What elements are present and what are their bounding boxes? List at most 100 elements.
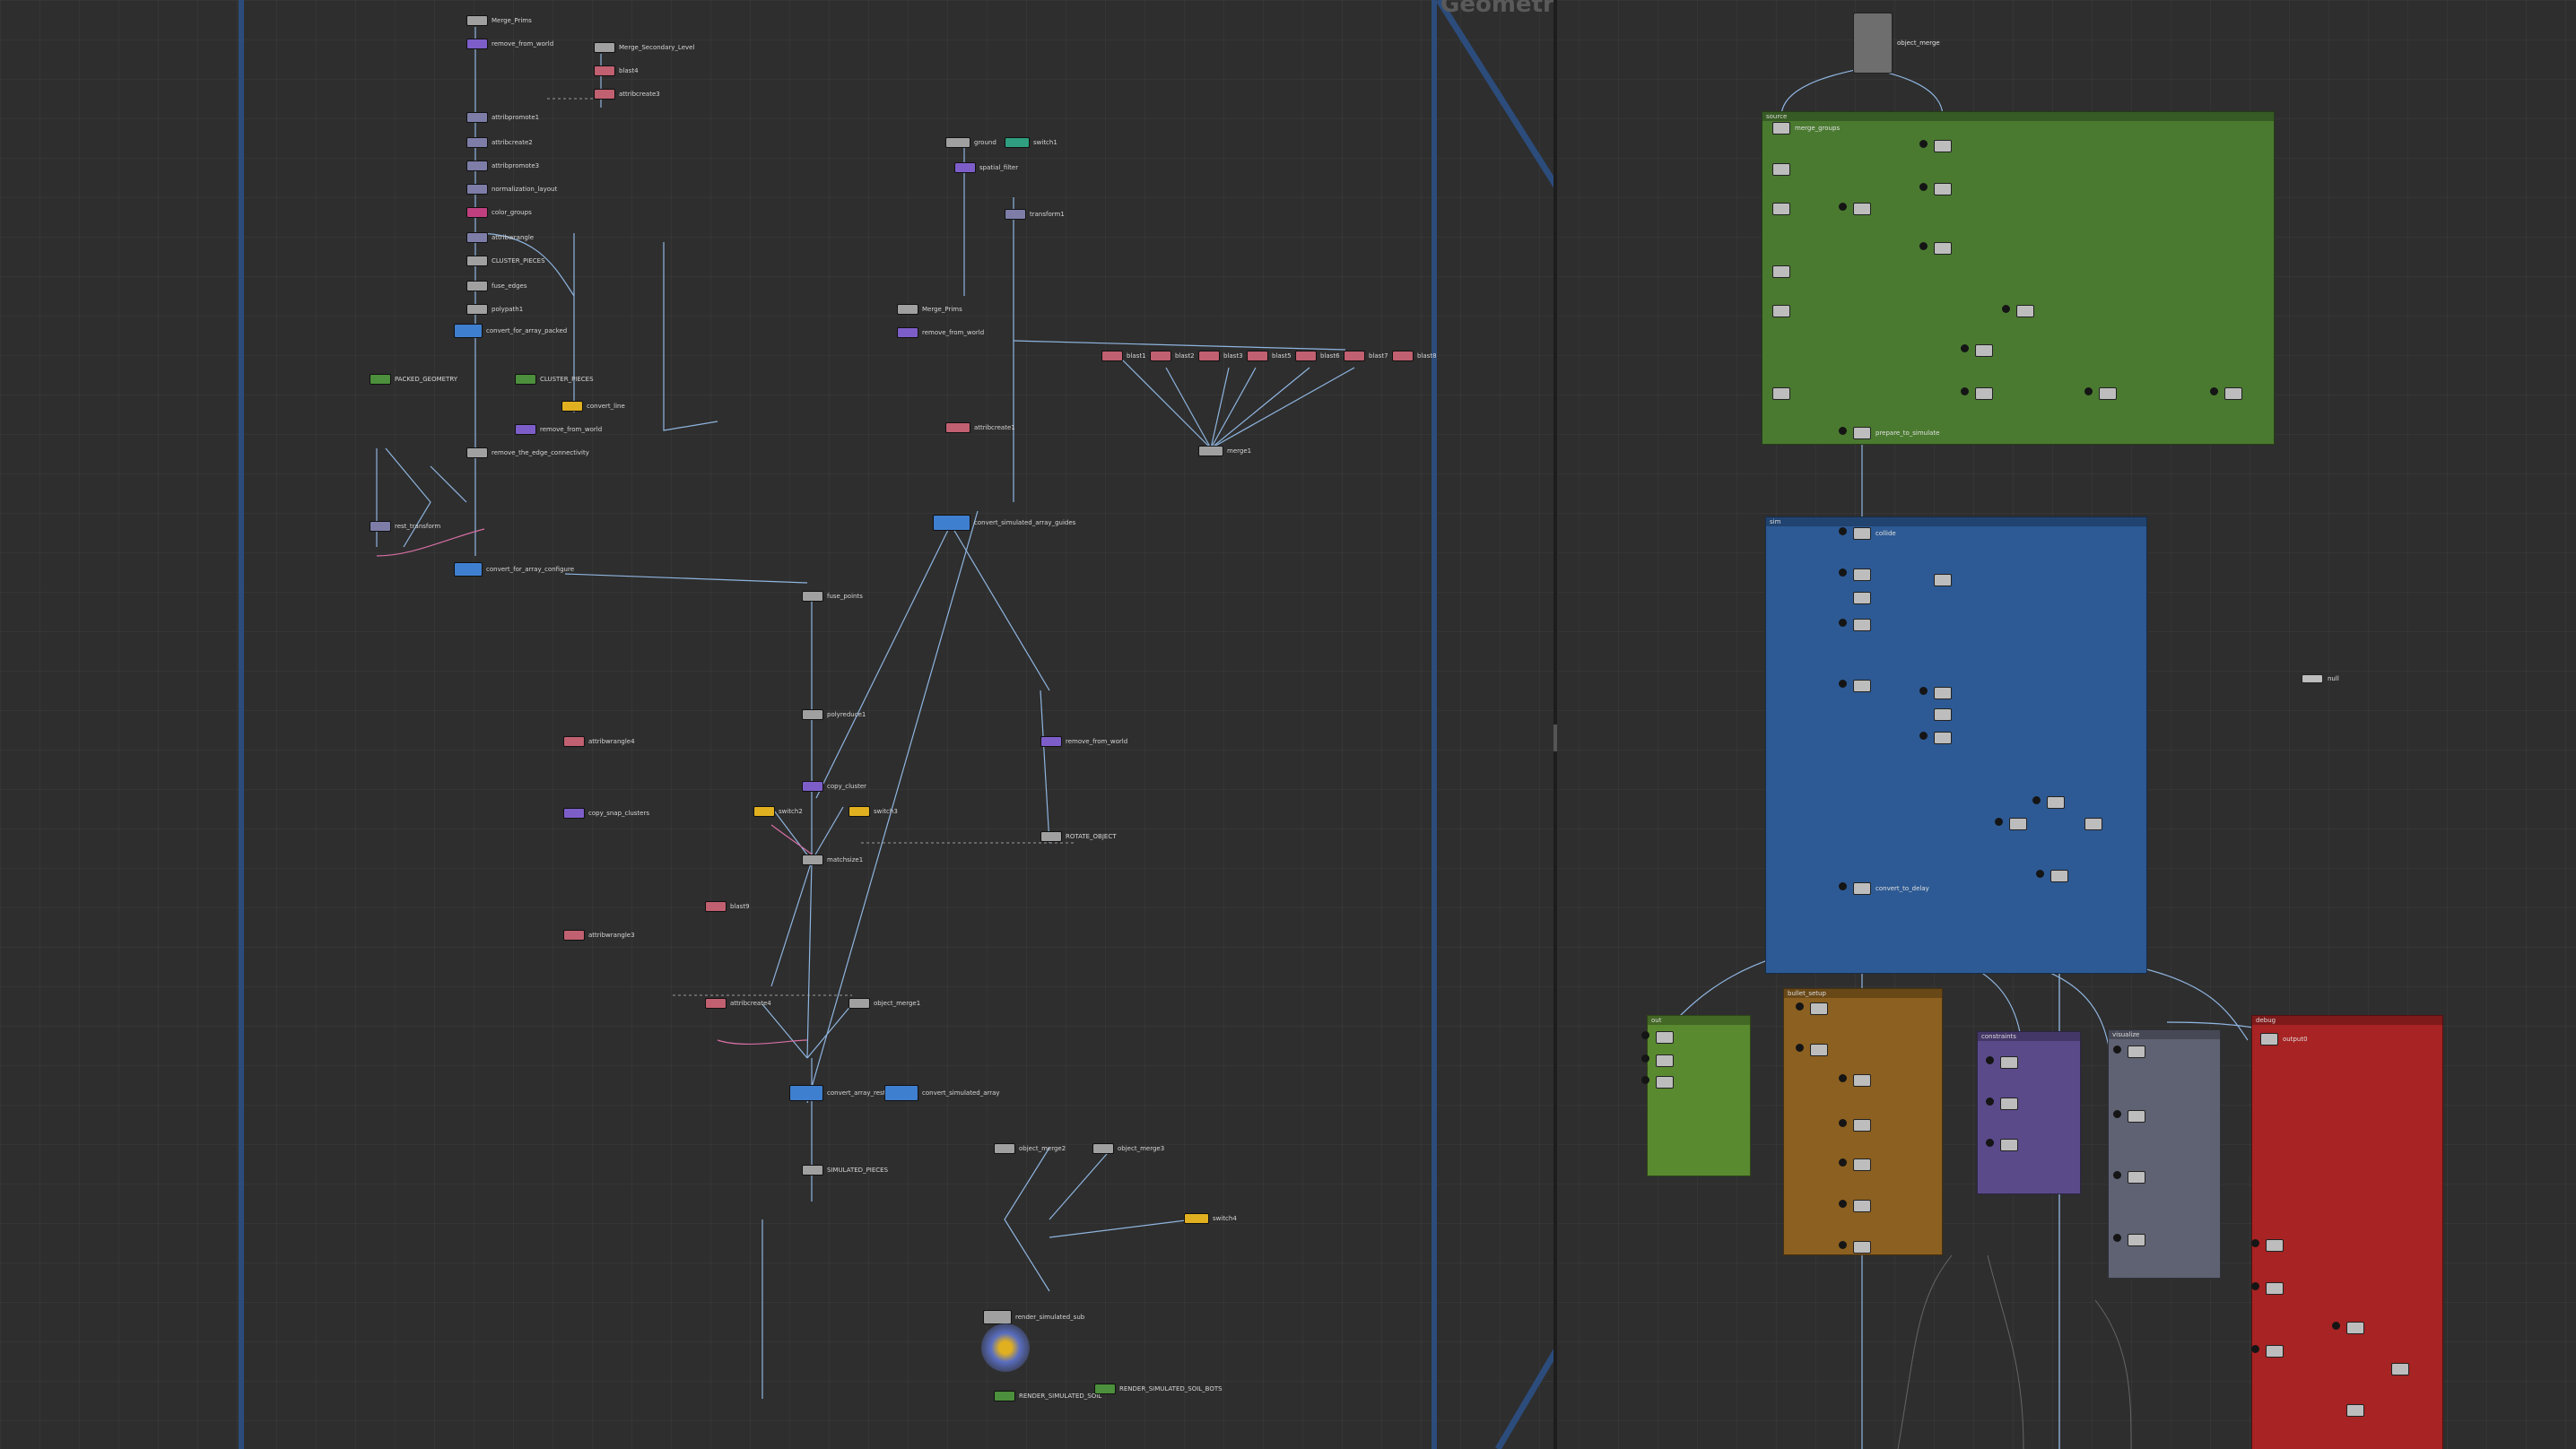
node-render-simulated-soil[interactable]: RENDER_SIMULATED_SOIL	[994, 1390, 1101, 1402]
network-pane-right[interactable]: object_merge source sim out bullet_setup…	[1557, 0, 2576, 1449]
node-sim-item[interactable]	[1853, 568, 1871, 581]
node-constraint-item[interactable]	[2000, 1139, 2018, 1151]
node-attribcreate2[interactable]: attribcreate2	[466, 136, 533, 149]
node-remove-from-world-mid[interactable]: remove_from_world	[897, 326, 984, 339]
node-attribcreate3[interactable]: attribcreate3	[594, 88, 660, 100]
node-spatial-filter[interactable]: spatial_filter	[954, 161, 1018, 174]
node-blast1[interactable]: blast1	[1101, 350, 1146, 362]
node-source-item[interactable]	[1772, 203, 1790, 215]
node-source-item[interactable]	[1975, 344, 1993, 357]
netbox-debug[interactable]: debug	[2251, 1015, 2443, 1449]
node-blast9[interactable]: blast9	[705, 900, 750, 913]
node-debug-item[interactable]	[2266, 1239, 2284, 1252]
node-convert-for-array-packed[interactable]: convert_for_array_packed	[454, 324, 567, 338]
node-visualize-item[interactable]	[2128, 1171, 2145, 1184]
node-convert-simulated-array-guides[interactable]: convert_simulated_array_guides	[933, 515, 1075, 531]
node-render-simulated-soil-bots[interactable]: RENDER_SIMULATED_SOIL_BOTS	[1094, 1383, 1223, 1395]
node-convert-simulated-array[interactable]: convert_simulated_array	[884, 1085, 1000, 1101]
node-sim-item[interactable]	[2009, 818, 2027, 830]
node-bullet-item[interactable]	[1853, 1119, 1871, 1132]
node-out-item[interactable]	[1656, 1076, 1674, 1089]
node-matchsize1[interactable]: matchsize1	[802, 854, 863, 866]
netbox-visualize[interactable]: visualize	[2108, 1029, 2221, 1279]
node-remove-from-world-2[interactable]: remove_from_world	[515, 423, 602, 436]
node-debug-item[interactable]	[2266, 1282, 2284, 1295]
node-convert-array-rest[interactable]: convert_array_rest	[789, 1085, 885, 1101]
node-render-simulated-sub[interactable]: render_simulated_sub	[983, 1310, 1084, 1324]
node-source-item[interactable]	[1934, 183, 1952, 195]
node-attribcreate4[interactable]: attribcreate4	[705, 997, 771, 1010]
node-merge1[interactable]: merge1	[1198, 445, 1251, 457]
node-source-item[interactable]	[1934, 140, 1952, 152]
node-source-item[interactable]	[1772, 265, 1790, 278]
node-object-merge2[interactable]: object_merge2	[994, 1142, 1066, 1155]
node-constraint-item[interactable]	[2000, 1056, 2018, 1069]
node-merge-secondary-level[interactable]: Merge_Secondary_Level	[594, 41, 694, 54]
node-cluster-pieces-out[interactable]: CLUSTER_PIECES	[515, 373, 594, 386]
node-bullet-item[interactable]	[1853, 1158, 1871, 1171]
node-fuse-edges[interactable]: fuse_edges	[466, 280, 527, 292]
node-remove-from-world-right[interactable]: remove_from_world	[1040, 735, 1127, 748]
node-constraint-item[interactable]	[2000, 1098, 2018, 1110]
node-switch2[interactable]: switch2	[753, 805, 803, 818]
node-attribwrangle[interactable]: attribwrangle	[466, 231, 534, 244]
node-fuse-points[interactable]: fuse_points	[802, 590, 863, 603]
node-sim-item[interactable]	[1934, 687, 1952, 699]
node-collide[interactable]: collide	[1853, 527, 1896, 540]
node-merge-prims[interactable]: Merge_Prims	[466, 14, 532, 27]
node-object-merge3[interactable]: object_merge3	[1092, 1142, 1164, 1155]
netbox-constraints[interactable]: constraints	[1977, 1031, 2081, 1194]
node-sim-item[interactable]	[1934, 708, 1952, 721]
node-object-merge-stack[interactable]: object_merge	[1853, 13, 1940, 74]
node-transform1[interactable]: transform1	[1005, 208, 1065, 221]
node-blast5[interactable]: blast5	[1247, 350, 1292, 362]
node-rest-transform[interactable]: rest_transform	[370, 520, 440, 533]
node-switch3[interactable]: switch3	[849, 805, 898, 818]
node-convert-to-delay[interactable]: convert_to_delay	[1853, 882, 1929, 895]
node-blast8[interactable]: blast8	[1392, 350, 1437, 362]
node-source-item[interactable]	[1934, 242, 1952, 255]
node-bullet-item[interactable]	[1853, 1200, 1871, 1212]
node-sim-item[interactable]	[1853, 592, 1871, 604]
node-blast3[interactable]: blast3	[1198, 350, 1243, 362]
node-normalization-layout[interactable]: normalization_layout	[466, 183, 557, 195]
node-blast4[interactable]: blast4	[594, 65, 639, 77]
node-source-item[interactable]	[2224, 387, 2242, 400]
node-convert-for-array-configure[interactable]: convert_for_array_configure	[454, 562, 574, 577]
node-out-item[interactable]	[1656, 1031, 1674, 1044]
node-ground[interactable]: ground	[945, 136, 996, 149]
selected-node-halo[interactable]	[981, 1323, 1030, 1372]
node-attribwrangle4[interactable]: attribwrangle4	[563, 735, 635, 748]
node-visualize-item[interactable]	[2128, 1110, 2145, 1123]
node-packed-geometry[interactable]: PACKED_GEOMETRY	[370, 373, 457, 386]
node-attribcreate1[interactable]: attribcreate1	[945, 421, 1015, 434]
netbox-sim[interactable]: sim	[1765, 516, 2147, 974]
node-sim-item[interactable]	[1934, 732, 1952, 744]
node-prepare-to-simulate[interactable]: prepare_to_simulate	[1853, 427, 1939, 439]
node-blast6[interactable]: blast6	[1295, 350, 1340, 362]
node-cluster-pieces[interactable]: CLUSTER_PIECES	[466, 255, 545, 267]
node-sim-item[interactable]	[2050, 870, 2068, 882]
node-switch1[interactable]: switch1	[1005, 136, 1057, 149]
node-object-merge1[interactable]: object_merge1	[849, 997, 920, 1010]
node-copy-cluster[interactable]: copy_cluster	[802, 780, 866, 793]
node-rotate-object[interactable]: ROTATE_OBJECT	[1040, 830, 1117, 843]
node-source-item[interactable]	[1772, 305, 1790, 317]
node-source-item[interactable]	[1975, 387, 1993, 400]
node-switch4[interactable]: switch4	[1184, 1212, 1237, 1225]
node-bullet-item[interactable]	[1810, 1002, 1828, 1015]
network-pane-left[interactable]: Geometry Merge_Prims remove_from_world M…	[0, 0, 1553, 1449]
node-bullet-item[interactable]	[1810, 1044, 1828, 1056]
node-remove-from-world[interactable]: remove_from_world	[466, 38, 553, 50]
node-source-item[interactable]	[2099, 387, 2117, 400]
node-merge-prims-mid[interactable]: Merge_Prims	[897, 303, 962, 316]
node-sim-item[interactable]	[1853, 680, 1871, 692]
node-polyreduce1[interactable]: polyreduce1	[802, 708, 866, 721]
node-source-item[interactable]	[1853, 203, 1871, 215]
node-convert-line[interactable]: convert_line	[561, 400, 625, 412]
node-sim-item[interactable]	[1934, 574, 1952, 586]
node-debug-item[interactable]	[2346, 1322, 2364, 1334]
node-blast2[interactable]: blast2	[1150, 350, 1195, 362]
node-source-item[interactable]	[2016, 305, 2034, 317]
node-merge-groups[interactable]: merge_groups	[1772, 122, 1840, 134]
